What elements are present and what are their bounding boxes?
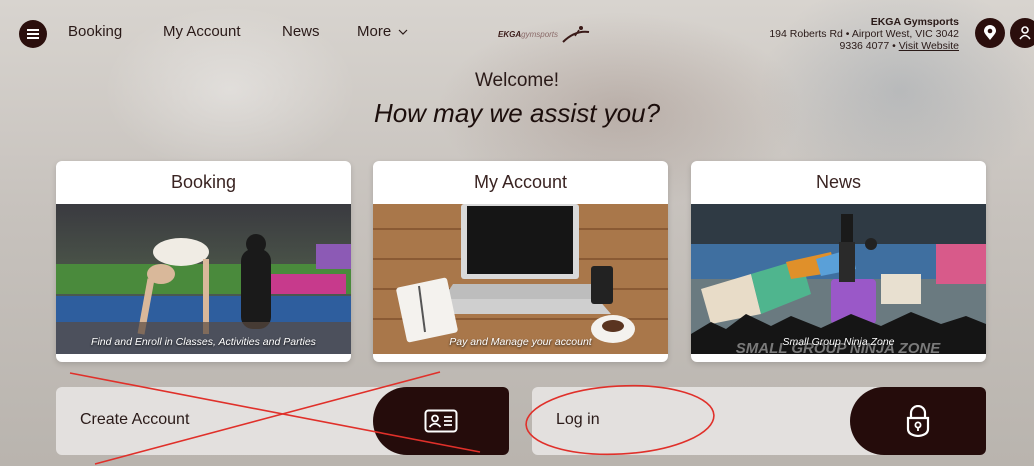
my-account-card-caption: Pay and Manage your account — [449, 336, 592, 348]
menu-button[interactable] — [19, 20, 47, 48]
user-button[interactable] — [1010, 18, 1034, 48]
hamburger-icon — [27, 29, 39, 39]
booking-card-caption: Find and Enroll in Classes, Activities a… — [91, 336, 316, 348]
user-icon — [1019, 26, 1031, 40]
nav-news[interactable]: News — [282, 23, 320, 40]
login-icon-cap — [850, 387, 986, 455]
gymnast-logo-icon — [562, 26, 590, 43]
logo-light: gymsports — [521, 29, 559, 39]
create-account-icon-cap — [373, 387, 509, 455]
booking-card[interactable]: Booking Find and Enroll in Classes, Acti… — [56, 161, 351, 362]
assist-heading: How may we assist you? — [373, 98, 661, 128]
nav-booking[interactable]: Booking — [68, 23, 122, 40]
my-account-card-title: My Account — [473, 172, 568, 192]
map-pin-icon — [984, 25, 996, 40]
create-account-label: Create Account — [80, 411, 190, 428]
news-card-title: News — [815, 172, 861, 192]
logo-bold: EKGA — [498, 29, 522, 39]
visit-website-link[interactable]: Visit Website — [899, 40, 959, 52]
store-address: 194 Roberts Rd • Airport West, VIC 3042 — [769, 28, 959, 40]
store-phone: 9336 4077 • — [839, 40, 896, 52]
login-button[interactable]: Log in — [532, 387, 986, 455]
booking-card-image — [56, 204, 351, 354]
location-button[interactable] — [975, 18, 1005, 48]
store-name: EKGA Gymsports — [870, 16, 959, 28]
booking-card-title: Booking — [170, 172, 237, 192]
nav-more-label: More — [357, 23, 392, 40]
logo-text: EKGAgymsports — [498, 30, 558, 39]
my-account-card[interactable]: My Account Pay and Manage your account — [373, 161, 668, 362]
login-label: Log in — [556, 411, 600, 428]
welcome-heading: Welcome! — [474, 70, 560, 91]
top-nav: Booking My Account News More EKGAgymspor… — [0, 0, 1034, 66]
store-info: EKGA Gymsports 194 Roberts Rd • Airport … — [769, 16, 959, 52]
lock-icon — [906, 405, 930, 437]
id-card-icon — [424, 409, 458, 433]
create-account-button[interactable]: Create Account — [56, 387, 509, 455]
news-card-caption: Small Group Ninja Zone — [782, 336, 895, 348]
brand-logo[interactable]: EKGAgymsports — [498, 24, 591, 44]
nav-my-account[interactable]: My Account — [163, 23, 241, 40]
news-card-image: SMALL GROUP NINJA ZONE — [691, 204, 986, 354]
nav-more[interactable]: More — [357, 23, 408, 40]
news-card[interactable]: News SMALL GROUP NINJA ZONE Small Group … — [691, 161, 986, 362]
my-account-card-image — [373, 204, 668, 354]
chevron-down-icon — [398, 29, 408, 35]
